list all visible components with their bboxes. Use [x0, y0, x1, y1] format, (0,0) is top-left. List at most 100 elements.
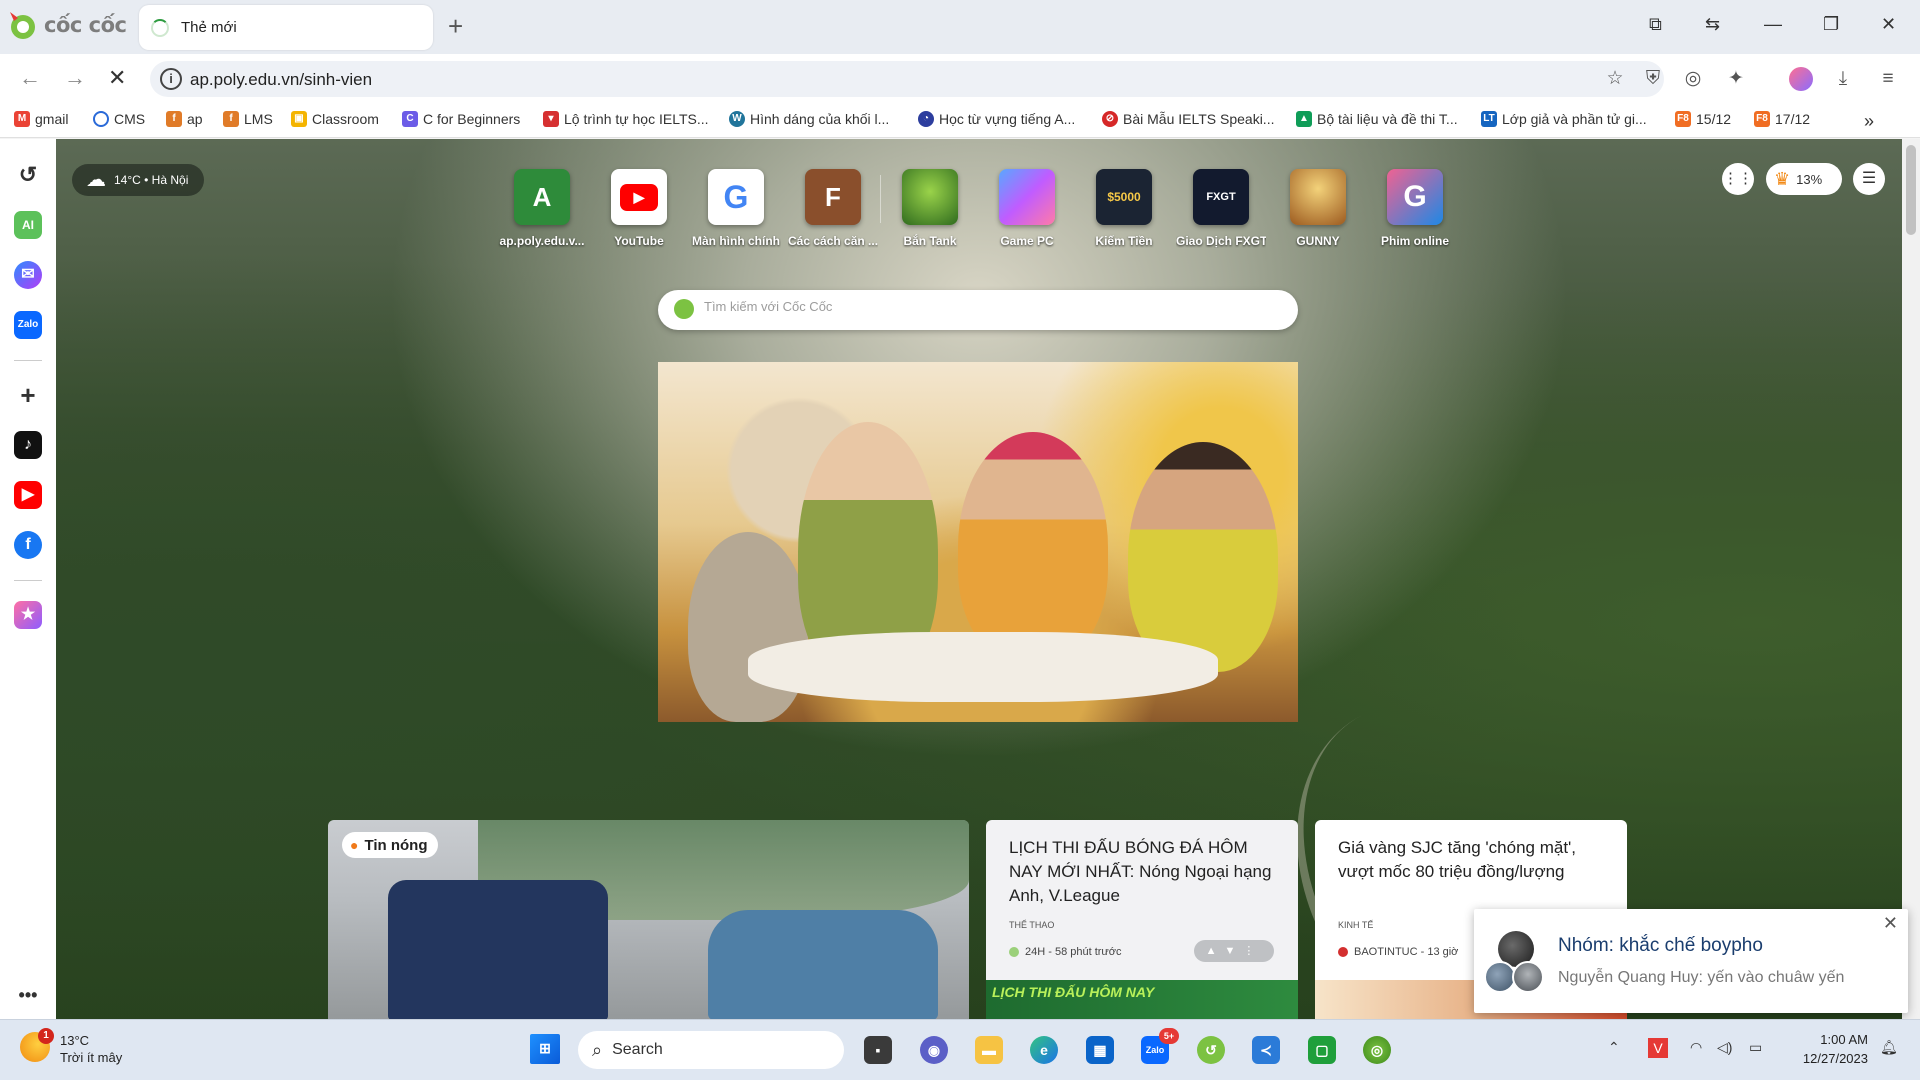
shield-icon[interactable]: ⛨ [1642, 68, 1664, 90]
messenger-icon[interactable]: ✉ [14, 261, 42, 289]
facebook-icon[interactable]: f [14, 531, 42, 559]
windows-start-icon[interactable]: ⊞ [530, 1034, 560, 1064]
bookmark-documents[interactable]: ▲ Bộ tài liệu và đề thi T... [1296, 111, 1458, 127]
ai-assistant-icon[interactable]: AI [14, 211, 42, 239]
news-card-football[interactable]: LỊCH THI ĐẤU BÓNG ĐÁ HÔM NAY MỚI NHẤT: N… [986, 820, 1298, 1019]
news-title[interactable]: Giá vàng SJC tăng 'chóng mặt', vượt mốc … [1338, 836, 1608, 884]
speed-dial-phim-online[interactable]: G Phim online [1370, 169, 1460, 248]
hot-news-card[interactable]: ● Tin nóng [328, 820, 969, 1019]
wifi-icon[interactable]: ◠ [1690, 1039, 1702, 1056]
more-bookmarks-icon[interactable]: » [1864, 111, 1874, 132]
taskbar-weather[interactable]: 1 13°C Trời ít mây [20, 1028, 122, 1066]
vietkey-icon[interactable]: V [1648, 1038, 1668, 1058]
taskbar-search[interactable]: ⌕ Search [578, 1031, 844, 1069]
chat-notification[interactable]: Nhóm: khắc chế boypho Nguyễn Quang Huy: … [1474, 909, 1908, 1013]
microsoft-store-icon[interactable]: ▦ [1086, 1036, 1114, 1064]
task-view-icon[interactable]: ▪ [864, 1036, 892, 1064]
menu-icon[interactable]: ≡ [1877, 68, 1899, 90]
hot-news-badge: ● Tin nóng [342, 832, 438, 858]
search-input[interactable] [704, 299, 1274, 314]
camtasia-icon[interactable]: ▢ [1308, 1036, 1336, 1064]
download-icon[interactable]: ⤓ [1832, 68, 1854, 90]
speed-dial-kiem-tien[interactable]: $5000 Kiếm Tiền [1079, 169, 1169, 248]
show-hidden-icons[interactable]: ⌃ [1608, 1039, 1620, 1056]
bookmark-c-for-beginners[interactable]: C C for Beginners [402, 111, 520, 127]
speed-dial-youtube[interactable]: ▶ YouTube [594, 169, 684, 248]
speed-dial-gunny[interactable]: GUNNY [1273, 169, 1363, 248]
minimize-button[interactable]: — [1764, 14, 1782, 35]
teams-chat-icon[interactable]: ◉ [920, 1036, 948, 1064]
close-button[interactable]: ✕ [1881, 14, 1896, 35]
bookmark-lms[interactable]: f LMS [223, 111, 273, 127]
bookmark-cms[interactable]: CMS [93, 111, 145, 127]
more-icon[interactable]: ⋮ [1243, 945, 1262, 957]
apps-grid-icon[interactable]: ⋮⋮ [1722, 163, 1754, 195]
bookmark-f8-1712[interactable]: F8 17/12 [1754, 111, 1810, 127]
sidebar-toggle-icon[interactable]: ⇆ [1705, 14, 1720, 35]
volume-icon[interactable]: ◁) [1717, 1039, 1732, 1056]
speed-dial-ban-tank[interactable]: Bắn Tank [885, 169, 975, 248]
bookmark-pseudo-class[interactable]: LT Lớp giả và phần tử gi... [1481, 111, 1647, 127]
tank-game-icon [902, 169, 958, 225]
bookmark-f8-1512[interactable]: F8 15/12 [1675, 111, 1731, 127]
site-info-icon[interactable]: i [160, 68, 182, 90]
bookmark-star-icon[interactable]: ☆ [1604, 68, 1626, 90]
file-explorer-icon[interactable]: ▬ [975, 1036, 1003, 1064]
add-sidebar-app-icon[interactable]: + [14, 381, 42, 409]
tab-new-tab[interactable]: Thẻ mới [139, 5, 433, 50]
news-actions[interactable]: ▲▼⋮ [1194, 940, 1274, 962]
compass-icon[interactable]: ◎ [1682, 68, 1704, 90]
tab-title: Thẻ mới [181, 19, 237, 36]
address-toolbar: ← → ✕ i ap.poly.edu.vn/sinh-vien ☆ ⛨ ◎ ✦… [0, 54, 1920, 104]
speed-dial-fxgt[interactable]: FXGT Giao Dịch FXGT [1176, 169, 1266, 248]
maximize-button[interactable]: ❐ [1823, 14, 1839, 35]
screen-capture-icon[interactable]: ⧉ [1649, 14, 1662, 35]
coccoc-search-box[interactable] [658, 290, 1298, 330]
speed-dial-alignment[interactable]: F Các cách căn ... [788, 169, 878, 248]
thumbs-up-icon[interactable]: ▲ [1206, 945, 1225, 957]
extensions-icon[interactable]: ✦ [1725, 68, 1747, 90]
speed-dial-game-pc[interactable]: Game PC [982, 169, 1072, 248]
coccoc-taskbar-icon[interactable]: ↺ [1197, 1036, 1225, 1064]
forward-button[interactable]: → [64, 67, 86, 89]
scrollbar-thumb[interactable] [1906, 145, 1916, 235]
weather-widget[interactable]: ☁ 14°C • Hà Nội [72, 164, 205, 196]
promo-banner[interactable] [658, 362, 1298, 722]
game-app-icon[interactable]: ★ [14, 601, 42, 629]
tiktok-icon[interactable]: ♪ [14, 431, 42, 459]
news-category: KINH TẾ [1338, 920, 1374, 930]
battery-icon[interactable]: ▭ [1749, 1039, 1762, 1056]
page-scrollbar[interactable] [1902, 139, 1920, 1019]
news-title[interactable]: LỊCH THI ĐẤU BÓNG ĐÁ HÔM NAY MỚI NHẤT: N… [1009, 836, 1279, 908]
history-icon[interactable]: ↺ [14, 161, 42, 189]
coccoc-active-icon[interactable]: ◎ [1363, 1036, 1391, 1064]
bookmark-ielts-speaking[interactable]: ⊘ Bài Mẫu IELTS Speaki... [1102, 111, 1274, 127]
bookmark-vocabulary[interactable]: ◔ Học từ vựng tiếng A... [918, 111, 1075, 127]
thumbs-down-icon[interactable]: ▼ [1225, 945, 1244, 957]
url-text[interactable]: ap.poly.edu.vn/sinh-vien [190, 70, 372, 90]
stop-loading-button[interactable]: ✕ [108, 67, 126, 89]
profile-avatar[interactable] [1789, 67, 1813, 91]
course-icon: C [402, 111, 418, 127]
bookmark-ielts-roadmap[interactable]: ▾ Lộ trình tự học IELTS... [543, 111, 709, 127]
youtube-icon[interactable]: ▶ [14, 481, 42, 509]
more-options-icon[interactable]: ••• [14, 981, 42, 1009]
edge-browser-icon[interactable]: e [1030, 1036, 1058, 1064]
zalo-icon[interactable]: Zalo [14, 311, 42, 339]
new-tab-button[interactable]: + [448, 12, 463, 40]
vscode-icon[interactable]: ≺ [1252, 1036, 1280, 1064]
bookmark-classroom[interactable]: ▣ Classroom [291, 111, 379, 127]
close-icon[interactable]: ✕ [1883, 913, 1898, 934]
back-button[interactable]: ← [19, 67, 41, 89]
speed-dial-ap-poly[interactable]: A ap.poly.edu.v... [497, 169, 587, 248]
bookmark-ap[interactable]: f ap [166, 111, 203, 127]
speed-dial-home-screen[interactable]: G Màn hình chính [691, 169, 781, 248]
customize-settings-icon[interactable]: ☰ [1853, 163, 1885, 195]
zalo-taskbar-icon[interactable]: Zalo 5+ [1141, 1028, 1179, 1064]
bookmark-geometry[interactable]: W Hình dáng của khối l... [729, 111, 889, 127]
taskbar-clock[interactable]: 1:00 AM 12/27/2023 [1782, 1030, 1868, 1068]
bookmark-gmail[interactable]: Mgmail [14, 111, 68, 127]
address-bar[interactable]: i ap.poly.edu.vn/sinh-vien ☆ ⛨ [150, 61, 1664, 97]
rewards-level-badge[interactable]: ♛ 13% [1766, 163, 1842, 195]
notification-bell-icon[interactable]: 🔔︎ [1880, 1039, 1898, 1056]
